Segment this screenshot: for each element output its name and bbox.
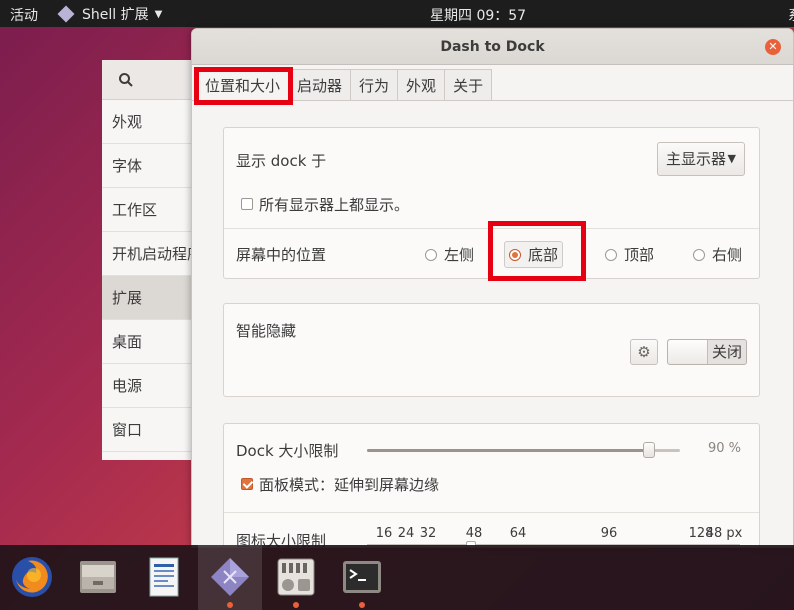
divider	[224, 228, 759, 229]
monitor-select[interactable]: 主显示器 ▼	[657, 142, 745, 176]
position-option[interactable]: 左侧	[425, 244, 474, 265]
dock-item-terminal[interactable]	[330, 545, 394, 610]
icon-size-tick-label: 48	[465, 526, 483, 541]
radio-button[interactable]	[425, 248, 437, 261]
all-monitors-label: 所有显示器上都显示。	[259, 196, 410, 214]
dock-item-text-editor[interactable]	[132, 545, 196, 610]
sidebar-item[interactable]: 外观	[102, 100, 201, 144]
tab[interactable]: 外观	[398, 69, 446, 101]
icon-size-tick-label: 16	[375, 526, 393, 541]
app-menu-label: Shell 扩展	[82, 7, 149, 23]
radio-button[interactable]	[693, 248, 705, 261]
dock-size-slider[interactable]	[367, 442, 680, 458]
running-indicator	[293, 602, 299, 608]
top-bar: 活动 Shell 扩展 ▼ 星期四 09：57 系	[0, 0, 794, 27]
dash-to-dock-dialog: Dash to Dock ✕ 位置和大小 启动器 行为 外观 关于 显示 dock 于 …	[191, 28, 794, 548]
sidebar-item[interactable]: 开机启动程序	[102, 232, 201, 276]
dconf-editor-icon	[277, 558, 315, 596]
sidebar-item[interactable]: 字体	[102, 144, 201, 188]
tab-divider	[192, 100, 793, 101]
terminal-icon	[343, 561, 381, 593]
monitor-select-value: 主显示器	[666, 150, 727, 168]
chevron-down-icon: ▼	[727, 152, 736, 165]
sidebar-header	[102, 60, 201, 100]
dialog-title: Dash to Dock	[440, 39, 545, 55]
autohide-label: 智能隐藏	[236, 322, 297, 340]
icon-size-tick-label: 24	[397, 526, 415, 541]
radio-button[interactable]	[509, 248, 521, 261]
position-option[interactable]: 底部	[504, 241, 564, 268]
dock-item-dconf[interactable]	[264, 545, 328, 610]
dock	[0, 545, 794, 610]
gnome-tweaks-icon	[211, 558, 249, 596]
autohide-panel: 智能隐藏 ⚙ 关闭	[223, 303, 760, 397]
tweaks-app-icon	[57, 5, 75, 23]
chevron-down-icon: ▼	[154, 8, 163, 20]
tab[interactable]: 行为	[351, 69, 399, 101]
dock-size-label: Dock 大小限制	[236, 442, 339, 460]
app-menu-button[interactable]: Shell 扩展 ▼	[57, 4, 163, 24]
icon-size-tick-label: 64	[509, 526, 527, 541]
activities-button[interactable]: 活动	[10, 5, 38, 25]
system-tray[interactable]: 系	[788, 5, 794, 25]
file-manager-icon	[80, 561, 116, 593]
dock-item-files[interactable]	[66, 545, 130, 610]
position-option-label: 右侧	[712, 246, 743, 264]
icon-size-tick-label: 96	[600, 526, 618, 541]
search-button[interactable]	[110, 68, 142, 92]
sidebar-item[interactable]: 桌面	[102, 320, 201, 364]
sidebar-item[interactable]: 窗口	[102, 408, 201, 452]
dock-size-value: 90 %	[708, 441, 742, 456]
slider-fill	[367, 449, 649, 452]
sidebar-item[interactable]: 电源	[102, 364, 201, 408]
position-option[interactable]: 顶部	[605, 244, 654, 265]
screen-position-label: 屏幕中的位置	[236, 246, 327, 264]
tab[interactable]: 启动器	[289, 69, 352, 101]
clock[interactable]: 星期四 09：57	[430, 5, 526, 25]
position-option-label: 左侧	[444, 246, 475, 264]
sidebar-item[interactable]: 扩展	[102, 276, 201, 320]
position-option-label: 底部	[528, 246, 559, 264]
all-monitors-checkbox[interactable]	[241, 198, 253, 210]
switch-state-label: 关闭	[712, 343, 743, 361]
autohide-settings-button[interactable]: ⚙	[630, 339, 658, 365]
autohide-switch[interactable]: 关闭	[667, 339, 747, 365]
running-indicator	[227, 602, 233, 608]
firefox-icon	[12, 557, 52, 597]
running-indicator	[359, 602, 365, 608]
sidebar-item[interactable]: 工作区	[102, 188, 201, 232]
close-icon: ✕	[768, 40, 778, 53]
close-button[interactable]: ✕	[765, 39, 781, 55]
radio-button[interactable]	[605, 248, 617, 261]
dock-item-tweaks[interactable]	[198, 545, 262, 610]
position-option[interactable]: 右侧	[693, 244, 742, 265]
panel-mode-checkbox[interactable]	[241, 478, 253, 490]
sidebar-list: 外观 字体 工作区 开机启动程序 扩展 桌面 电源 窗口	[102, 100, 201, 452]
size-panel: Dock 大小限制 90 % 面板模式：延伸到屏幕边缘 图标大小限制 16 24 3…	[223, 423, 760, 547]
slider-handle[interactable]	[642, 442, 655, 458]
text-editor-icon	[149, 557, 179, 597]
search-icon	[119, 73, 133, 87]
position-panel: 显示 dock 于 主显示器 ▼ 所有显示器上都显示。 屏幕中的位置 左侧 底部 顶…	[223, 127, 760, 279]
dialog-titlebar: Dash to Dock ✕	[192, 29, 793, 65]
panel-mode-label: 面板模式：延伸到屏幕边缘	[259, 476, 440, 494]
divider	[224, 512, 759, 513]
tweaks-sidebar: 外观 字体 工作区 开机启动程序 扩展 桌面 电源 窗口	[102, 60, 202, 460]
tab[interactable]: 关于	[445, 69, 493, 101]
tab[interactable]: 位置和大小	[196, 69, 290, 101]
tab-bar: 位置和大小 启动器 行为 外观 关于	[196, 69, 493, 101]
position-option-label: 顶部	[624, 246, 655, 264]
gear-icon: ⚙	[637, 343, 651, 361]
icon-size-tick-label: 32	[419, 526, 437, 541]
switch-knob	[668, 340, 708, 364]
icon-size-value: 48 px	[705, 526, 743, 541]
dock-item-firefox[interactable]	[0, 545, 64, 610]
show-dock-label: 显示 dock 于	[236, 152, 327, 170]
